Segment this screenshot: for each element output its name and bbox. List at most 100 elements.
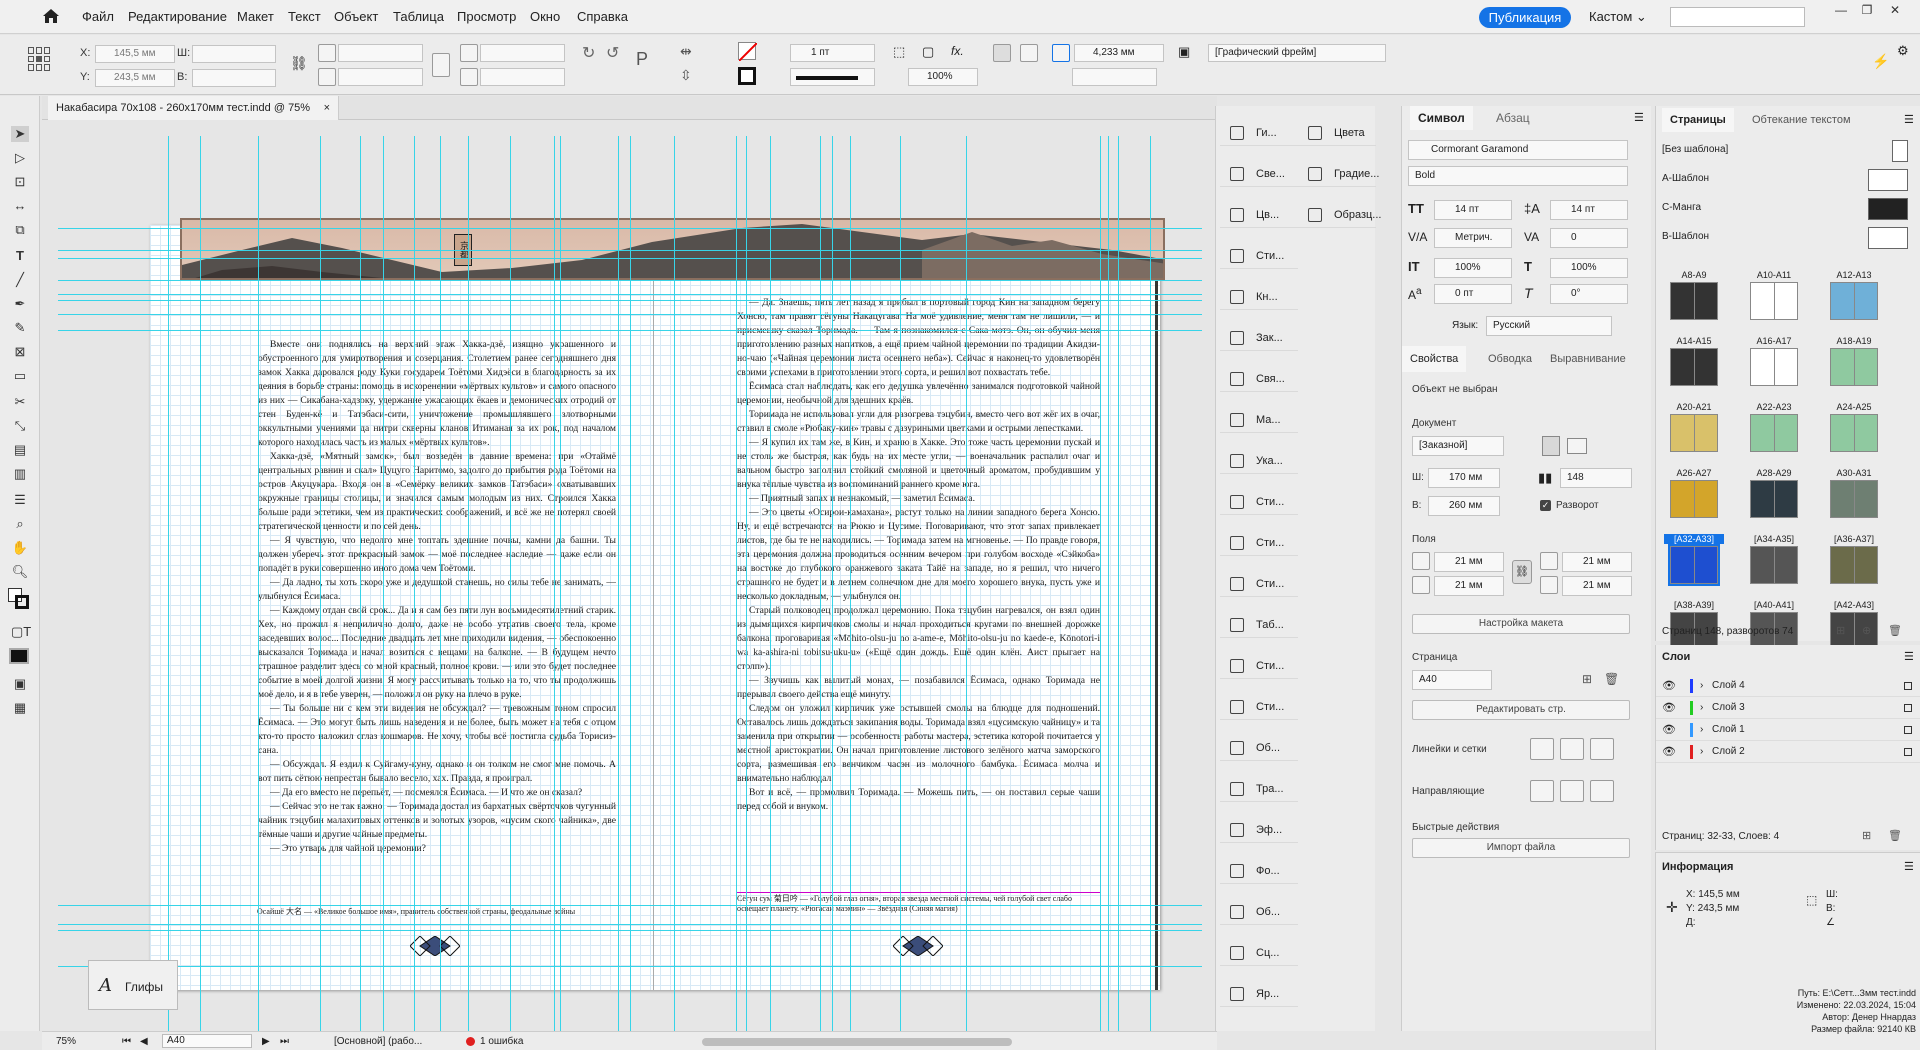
scale-x-icon[interactable] bbox=[318, 44, 336, 62]
page-thumbnail[interactable] bbox=[1750, 480, 1798, 518]
horizontal-scrollbar[interactable] bbox=[702, 1038, 1012, 1046]
tab-text-wrap[interactable]: Обтекание текстом bbox=[1744, 108, 1859, 132]
master-thumbnail[interactable] bbox=[1868, 198, 1908, 220]
error-count[interactable]: 1 ошибка bbox=[480, 1036, 523, 1047]
landscape-icon[interactable] bbox=[1567, 438, 1587, 454]
collapsed-panel-item[interactable]: Фо... bbox=[1220, 858, 1298, 884]
select-container-icon[interactable] bbox=[1052, 44, 1070, 62]
stroke-swatch-tool-icon[interactable] bbox=[15, 595, 29, 609]
collapsed-panel-item[interactable]: Сти... bbox=[1220, 653, 1298, 679]
collapsed-panel-item[interactable]: Яр... bbox=[1220, 981, 1298, 1007]
collapsed-panel-item[interactable]: Зак... bbox=[1220, 325, 1298, 351]
document-tab[interactable]: Накабасира 70х108 - 260х170мм тест.indd … bbox=[48, 96, 340, 120]
collapsed-panel-item[interactable]: Свя... bbox=[1220, 366, 1298, 392]
layer-row[interactable]: 👁︎ › Слой 3 bbox=[1656, 697, 1920, 719]
zoom-tool-icon[interactable]: 🔍︎ bbox=[11, 564, 29, 580]
page-thumbnail[interactable] bbox=[1830, 348, 1878, 386]
shear-icon[interactable] bbox=[460, 68, 478, 86]
menu-edit[interactable]: Редактирование bbox=[128, 9, 227, 24]
rectangle-tool-icon[interactable]: ▭ bbox=[11, 368, 29, 384]
collapsed-panel-item[interactable]: Цв... bbox=[1220, 202, 1298, 228]
constrain-icon[interactable] bbox=[432, 53, 450, 77]
workspace-switcher[interactable]: Кастом ⌄ bbox=[1589, 9, 1647, 25]
eye-icon[interactable]: 👁︎ bbox=[1662, 741, 1676, 763]
menu-help[interactable]: Справка bbox=[577, 9, 628, 24]
rotate-icon[interactable] bbox=[460, 44, 478, 62]
add-page-icon[interactable]: ⊞ bbox=[1582, 672, 1592, 686]
kerning-field[interactable]: Метрич. bbox=[1434, 228, 1512, 248]
content-collector-icon[interactable]: ⧉ bbox=[11, 222, 29, 238]
margin-outside-field[interactable]: 21 мм bbox=[1562, 576, 1632, 596]
x-field[interactable]: 145,5 мм bbox=[95, 45, 175, 63]
lightning-icon[interactable]: ⚡ bbox=[1872, 53, 1889, 70]
trash-icon[interactable]: 🗑︎ bbox=[1888, 624, 1902, 637]
pencil-tool-icon[interactable]: ✎ bbox=[11, 320, 29, 336]
page-thumbnail[interactable] bbox=[1750, 414, 1798, 452]
layer-target-icon[interactable] bbox=[1904, 682, 1912, 690]
tab-pages[interactable]: Страницы bbox=[1662, 108, 1734, 132]
hand-tool-icon[interactable]: ✋ bbox=[11, 540, 29, 556]
h-field[interactable] bbox=[192, 69, 276, 87]
frame-fit-icon[interactable]: ⬚ bbox=[893, 44, 905, 60]
close-icon[interactable]: ✕ bbox=[1884, 3, 1906, 19]
home-icon[interactable] bbox=[42, 8, 60, 24]
left-text-frame[interactable]: Вместе они поднялись на верхний этаж Хак… bbox=[258, 338, 616, 888]
minimize-icon[interactable]: — bbox=[1830, 3, 1852, 19]
page-thumbnail[interactable] bbox=[1670, 414, 1718, 452]
align-left-icon[interactable] bbox=[993, 44, 1011, 62]
collapsed-panel-item[interactable]: Эф... bbox=[1220, 817, 1298, 843]
right-text-frame[interactable]: — Да. Знаешь, пять лет назад я прибыл в … bbox=[737, 296, 1100, 886]
prev-page-icon[interactable]: ◀ bbox=[140, 1036, 148, 1047]
new-page-icon[interactable]: ⊞ bbox=[1836, 624, 1845, 637]
apply-color-icon[interactable] bbox=[9, 648, 29, 664]
pages-menu-icon[interactable]: ☰ bbox=[1904, 113, 1914, 126]
vertical-scale-field[interactable]: 100% bbox=[1434, 258, 1512, 278]
first-page-icon[interactable]: ⏮ bbox=[122, 1036, 131, 1047]
master-item[interactable]: В-Шаблон bbox=[1662, 231, 1709, 242]
note-tool-icon[interactable]: ☰ bbox=[11, 492, 29, 508]
smart-guides-icon[interactable] bbox=[1590, 780, 1614, 802]
horizontal-scale-field[interactable]: 100% bbox=[1550, 258, 1628, 278]
page-thumbnail[interactable] bbox=[1750, 282, 1798, 320]
collapsed-panel-item[interactable]: Сти... bbox=[1220, 571, 1298, 597]
effects-icon[interactable]: fx. bbox=[951, 44, 964, 58]
menu-object[interactable]: Объект bbox=[334, 9, 378, 24]
page-count-field[interactable]: 148 bbox=[1560, 468, 1632, 488]
rotate-cw-icon[interactable]: ↻ bbox=[582, 43, 595, 63]
master-item[interactable]: [Без шаблона] bbox=[1662, 144, 1728, 155]
lock-guides-icon[interactable] bbox=[1560, 780, 1584, 802]
page-thumbnail[interactable] bbox=[1830, 480, 1878, 518]
type-on-path-icon[interactable]: P bbox=[636, 49, 648, 70]
margin-bottom-field[interactable]: 21 мм bbox=[1434, 576, 1504, 596]
eyedropper-tool-icon[interactable]: ⌕ bbox=[11, 516, 29, 532]
show-guides-icon[interactable] bbox=[1530, 780, 1554, 802]
facing-checkbox[interactable]: ✓ bbox=[1540, 500, 1551, 511]
layer-target-icon[interactable] bbox=[1904, 726, 1912, 734]
tracking-field[interactable]: 0 bbox=[1550, 228, 1628, 248]
tab-paragraph[interactable]: Абзац bbox=[1488, 106, 1538, 130]
page-thumbnail[interactable] bbox=[1668, 544, 1720, 586]
tab-stroke[interactable]: Обводка bbox=[1480, 346, 1540, 372]
collapsed-panel-item[interactable]: Кн... bbox=[1220, 284, 1298, 310]
last-page-icon[interactable]: ⏭ bbox=[280, 1036, 289, 1047]
link-icon[interactable]: ⛓ bbox=[290, 55, 308, 72]
collapsed-panel-item[interactable]: Цвета bbox=[1298, 120, 1376, 146]
gradient-feather-tool-icon[interactable]: ▥ bbox=[11, 466, 29, 482]
menu-layout[interactable]: Макет bbox=[237, 9, 274, 24]
auto-fit-field[interactable] bbox=[1072, 68, 1157, 86]
collapsed-panel-item[interactable]: Об... bbox=[1220, 899, 1298, 925]
chevron-right-icon[interactable]: › bbox=[1700, 719, 1703, 741]
tab-close-icon[interactable]: × bbox=[324, 96, 330, 120]
rect-frame-tool-icon[interactable]: ⊠ bbox=[11, 344, 29, 360]
collapsed-panel-item[interactable]: Таб... bbox=[1220, 612, 1298, 638]
frame-content-icon[interactable]: ▢ bbox=[922, 44, 934, 60]
info-menu-icon[interactable]: ☰ bbox=[1904, 860, 1914, 873]
import-file-button[interactable]: Импорт файла bbox=[1412, 838, 1630, 858]
stroke-type-select[interactable] bbox=[790, 68, 875, 86]
info-title[interactable]: Информация bbox=[1662, 861, 1733, 873]
tab-character[interactable]: Символ bbox=[1410, 106, 1473, 130]
scale-y-icon[interactable] bbox=[318, 68, 336, 86]
right-footnote[interactable]: Сёгун сум 菊日吟 — «Голубой глаз огня», вто… bbox=[737, 892, 1100, 916]
menu-window[interactable]: Окно bbox=[530, 9, 560, 24]
master-thumbnail[interactable] bbox=[1892, 140, 1908, 162]
